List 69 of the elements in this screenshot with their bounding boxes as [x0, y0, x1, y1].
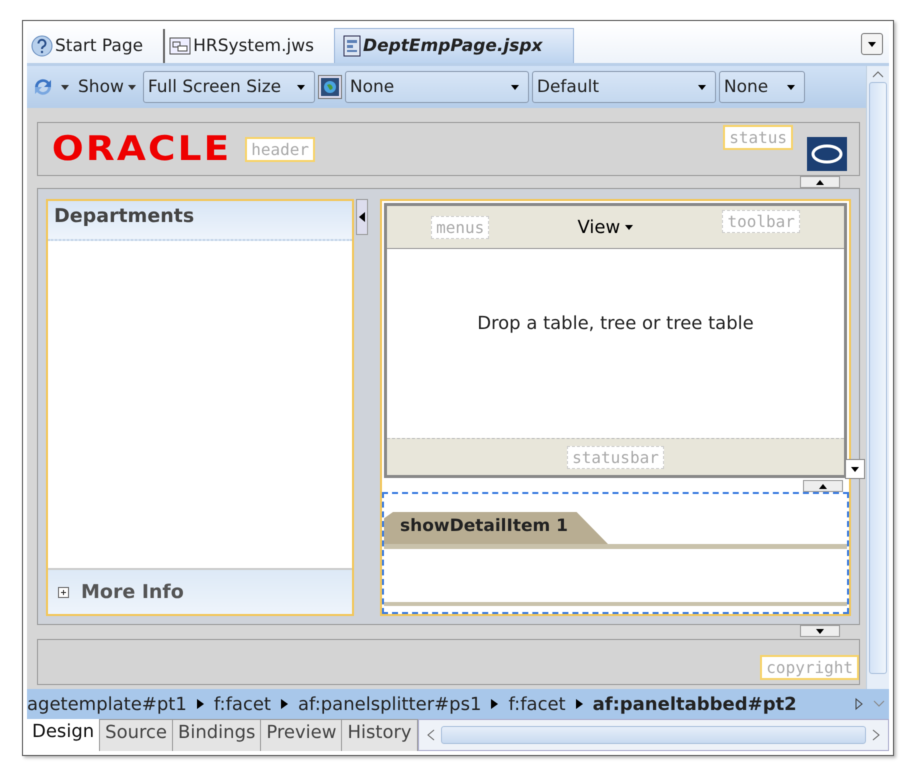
editor-tab[interactable]: DeptEmpPage.jspx	[334, 28, 574, 63]
horizontal-scrollbar[interactable]	[418, 719, 889, 751]
scroll-thumb[interactable]	[869, 82, 887, 674]
editor-tab[interactable]: HRSystem.jws	[163, 29, 328, 63]
toolbar-facet: toolbar	[722, 210, 800, 233]
copyright-facet: copyright	[760, 655, 859, 680]
caret-icon	[624, 222, 634, 232]
caret-icon	[786, 82, 796, 92]
caret-icon	[510, 82, 520, 92]
separator-arrow-icon	[491, 699, 498, 709]
editor-mode-tab[interactable]: Preview	[261, 719, 342, 751]
breadcrumb-item[interactable]: f:facet	[508, 694, 566, 714]
breadcrumb-item[interactable]: f:facet	[214, 694, 271, 714]
caret-icon	[128, 83, 136, 91]
drop-hint: Drop a table, tree or tree table	[477, 313, 754, 334]
dropdown[interactable]: Default	[532, 71, 716, 103]
caret-icon	[696, 82, 707, 92]
scroll-up-icon	[872, 70, 884, 78]
help-icon	[31, 35, 53, 57]
caret-icon	[818, 482, 828, 490]
panel-title: Departments	[48, 201, 352, 241]
collapse-handle[interactable]	[800, 176, 840, 188]
vertical-scrollbar[interactable]	[866, 66, 889, 689]
splitter-handle[interactable]	[356, 199, 368, 235]
dropdown[interactable]: None	[344, 71, 529, 103]
breadcrumb-item[interactable]: af:panelsplitter#ps1	[298, 694, 482, 714]
scroll-down-icon	[873, 700, 885, 708]
caret-icon	[296, 82, 306, 92]
breadcrumb-item[interactable]: af:paneltabbed#pt2	[592, 694, 797, 714]
collapse-handle[interactable]	[803, 480, 843, 492]
dropdown[interactable]: Full Screen Size	[142, 71, 315, 103]
status-facet: status	[723, 125, 793, 150]
scroll-thumb[interactable]	[440, 726, 866, 744]
plus-box-icon	[58, 586, 69, 598]
tab-list-button[interactable]	[861, 33, 883, 55]
editor-mode-tab[interactable]: Source	[100, 719, 173, 751]
dropdown-handle[interactable]	[845, 459, 865, 479]
scroll-left-icon	[426, 729, 435, 741]
status-icon	[807, 137, 847, 171]
separator-arrow-icon	[576, 699, 583, 709]
globe-icon	[320, 78, 339, 96]
dropdown[interactable]: None	[718, 71, 805, 103]
oracle-logo: ORACLE	[52, 129, 232, 169]
breadcrumb-item[interactable]: agetemplate#pt1	[27, 694, 187, 714]
show-menu[interactable]: Show	[74, 77, 140, 97]
separator-arrow-icon	[196, 699, 204, 709]
editor-tab[interactable]: Start Page	[27, 29, 158, 63]
globe-button[interactable]	[318, 75, 342, 99]
caret-icon	[61, 83, 69, 91]
more-info-disclosure[interactable]: More Info	[48, 568, 352, 614]
editor-mode-tab[interactable]: Design	[27, 719, 100, 751]
statusbar-facet: statusbar	[567, 446, 664, 468]
view-menu[interactable]: View	[578, 216, 634, 238]
editor-mode-tab[interactable]: History	[342, 719, 418, 751]
detail-tab[interactable]: showDetailItem 1	[384, 512, 608, 544]
header-facet: header	[245, 136, 316, 162]
window-icon	[169, 37, 192, 55]
scroll-right-icon	[872, 729, 880, 741]
caret-icon	[850, 464, 860, 474]
scroll-right-icon	[855, 698, 863, 710]
collapse-arrow-icon	[359, 212, 365, 222]
caret-icon	[867, 40, 877, 48]
page-icon	[342, 35, 361, 57]
caret-icon	[815, 178, 825, 186]
editor-mode-tab[interactable]: Bindings	[172, 719, 262, 751]
menus-facet: menus	[431, 216, 490, 238]
expand-handle[interactable]	[800, 625, 840, 637]
separator-arrow-icon	[280, 699, 288, 709]
caret-icon	[815, 628, 825, 634]
